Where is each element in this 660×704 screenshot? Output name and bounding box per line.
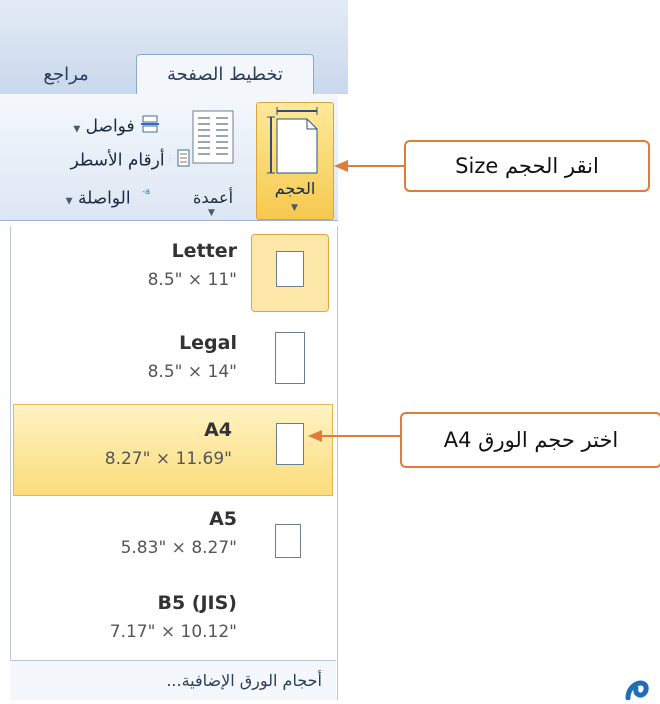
logo-mark-icon [622, 672, 652, 701]
callout-click-size: انقر الحجم Size [404, 140, 650, 192]
callout-arrows [308, 160, 404, 442]
callout-choose-a4: اختر حجم الورق A4 [400, 412, 660, 468]
